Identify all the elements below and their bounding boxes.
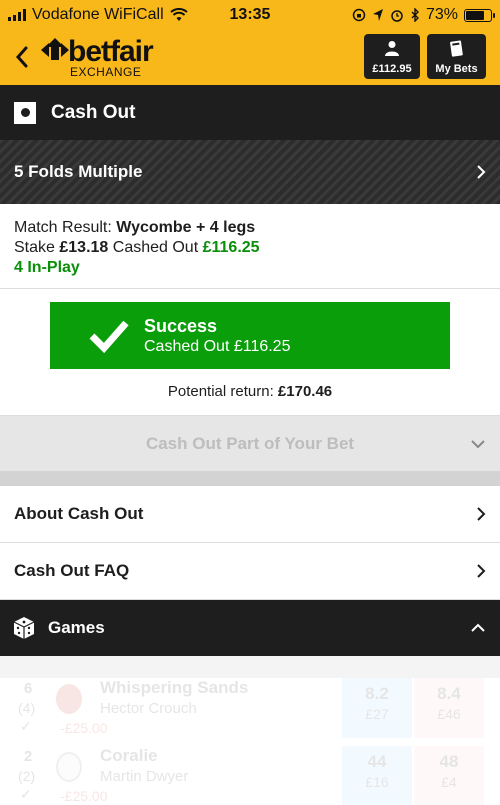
runner-number: 6 — [24, 680, 33, 697]
potential-return-label: Potential return: — [167, 383, 274, 400]
games-header[interactable]: Games — [0, 600, 500, 656]
runner-draw: (4) — [18, 700, 36, 716]
stake-line: Stake £13.18 Cashed Out £116.25 — [14, 238, 486, 258]
bet-type-row[interactable]: 5 Folds Multiple — [0, 140, 500, 204]
success-section: Success Cashed Out £116.25 Potential ret… — [0, 289, 500, 416]
back-price-cell: 44 £16 — [342, 746, 412, 805]
chevron-right-icon — [477, 564, 486, 578]
location-icon — [372, 9, 383, 21]
runner-name: Coralie — [100, 746, 158, 765]
account-balance: £112.95 — [372, 63, 412, 75]
betslip-icon — [449, 40, 463, 57]
battery-percent: 73% — [425, 6, 458, 23]
cashout-header: Cash Out — [0, 85, 500, 140]
chevron-down-icon: ✓ — [20, 786, 32, 802]
about-cashout-label: About Cash Out — [14, 504, 144, 523]
my-bets-button[interactable]: My Bets — [427, 34, 486, 79]
back-price: 44 — [367, 752, 387, 771]
runner-stake: -£25.00 — [60, 720, 108, 736]
app-header: betfair EXCHANGE £112.95 My Bets — [0, 30, 500, 85]
rotation-lock-icon — [352, 8, 366, 22]
betfair-logo-mark-icon — [41, 38, 69, 60]
back-size: £27 — [365, 706, 389, 722]
back-price-cell: 8.2 £27 — [342, 678, 412, 738]
battery-icon — [464, 8, 495, 22]
alarm-icon — [391, 10, 403, 22]
chevron-right-icon — [477, 507, 486, 521]
match-label: Match Result: — [14, 219, 112, 236]
chevron-right-icon — [477, 165, 486, 179]
wifi-icon — [169, 8, 188, 21]
chevron-up-icon — [471, 623, 485, 632]
bluetooth-icon — [411, 8, 419, 22]
user-icon — [385, 41, 399, 56]
success-banner: Success Cashed Out £116.25 — [50, 302, 450, 369]
status-right: 73% — [352, 0, 495, 30]
runner-jockey: Martin Dwyer — [100, 768, 189, 785]
runner-number: 2 — [24, 748, 33, 765]
status-bar: Vodafone WiFiCall 13:35 73% — [0, 0, 500, 30]
cashed-out-label: Cashed Out — [112, 239, 199, 256]
cashout-faq-link[interactable]: Cash Out FAQ — [0, 543, 500, 600]
stake-label: Stake — [14, 239, 55, 256]
about-cashout-link[interactable]: About Cash Out — [0, 486, 500, 543]
cashout-title: Cash Out — [51, 101, 136, 123]
match-value: Wycombe + 4 legs — [116, 219, 256, 236]
success-subtitle: Cashed Out £116.25 — [144, 337, 291, 355]
lay-price-cell: 8.4 £46 — [414, 678, 484, 738]
bet-type-title: 5 Folds Multiple — [14, 162, 143, 181]
cashout-faq-label: Cash Out FAQ — [14, 561, 130, 580]
lay-price: 8.4 — [437, 684, 461, 703]
logo-word: betfair — [68, 35, 154, 68]
my-bets-label: My Bets — [435, 63, 478, 75]
partial-cashout-row[interactable]: Cash Out Part of Your Bet — [0, 416, 500, 471]
runner-draw: (2) — [18, 768, 36, 784]
success-title: Success — [144, 315, 218, 336]
betfair-logo: betfair EXCHANGE — [40, 35, 180, 79]
lay-size: £46 — [437, 706, 461, 722]
bet-summary: Match Result: Wycombe + 4 legs Stake £13… — [0, 204, 500, 289]
silks-icon — [56, 752, 82, 782]
inplay-count: 4 In-Play — [14, 259, 80, 276]
chevron-down-icon: ✓ — [20, 718, 32, 734]
chevron-left-icon — [15, 46, 28, 68]
section-divider — [0, 471, 500, 486]
logo-subtitle: EXCHANGE — [70, 65, 142, 79]
games-title: Games — [48, 618, 105, 637]
potential-return: Potential return: £170.46 — [0, 383, 500, 400]
back-price: 8.2 — [365, 684, 389, 703]
partial-cashout-label: Cash Out Part of Your Bet — [145, 433, 355, 453]
runner-row: 2 (2) ✓ Coralie Martin Dwyer -£25.00 44 … — [0, 746, 500, 805]
lay-size: £4 — [441, 774, 457, 790]
lay-price: 48 — [439, 752, 459, 771]
runner-jockey: Hector Crouch — [100, 700, 197, 717]
back-button[interactable] — [10, 42, 34, 72]
background-market: 6 (4) ✓ Whispering Sands Hector Crouch -… — [0, 656, 500, 805]
cashed-out-value: £116.25 — [202, 239, 260, 256]
potential-return-value: £170.46 — [277, 383, 333, 400]
silks-icon — [56, 684, 82, 714]
status-left: Vodafone WiFiCall — [0, 6, 200, 24]
match-line: Match Result: Wycombe + 4 legs — [14, 218, 486, 238]
runner-name: Whispering Sands — [100, 678, 249, 697]
account-button[interactable]: £112.95 — [364, 34, 420, 79]
back-size: £16 — [365, 774, 389, 790]
cashout-icon — [14, 101, 36, 124]
runner-row: 6 (4) ✓ Whispering Sands Hector Crouch -… — [0, 678, 500, 746]
carrier-name: Vodafone WiFiCall — [32, 6, 164, 23]
signal-icon — [8, 9, 26, 21]
checkmark-icon — [89, 320, 129, 353]
runner-stake: -£25.00 — [60, 788, 108, 804]
dice-icon — [13, 617, 35, 639]
stake-value: £13.18 — [59, 239, 109, 256]
lay-price-cell: 48 £4 — [414, 746, 484, 805]
chevron-down-icon — [471, 439, 485, 448]
